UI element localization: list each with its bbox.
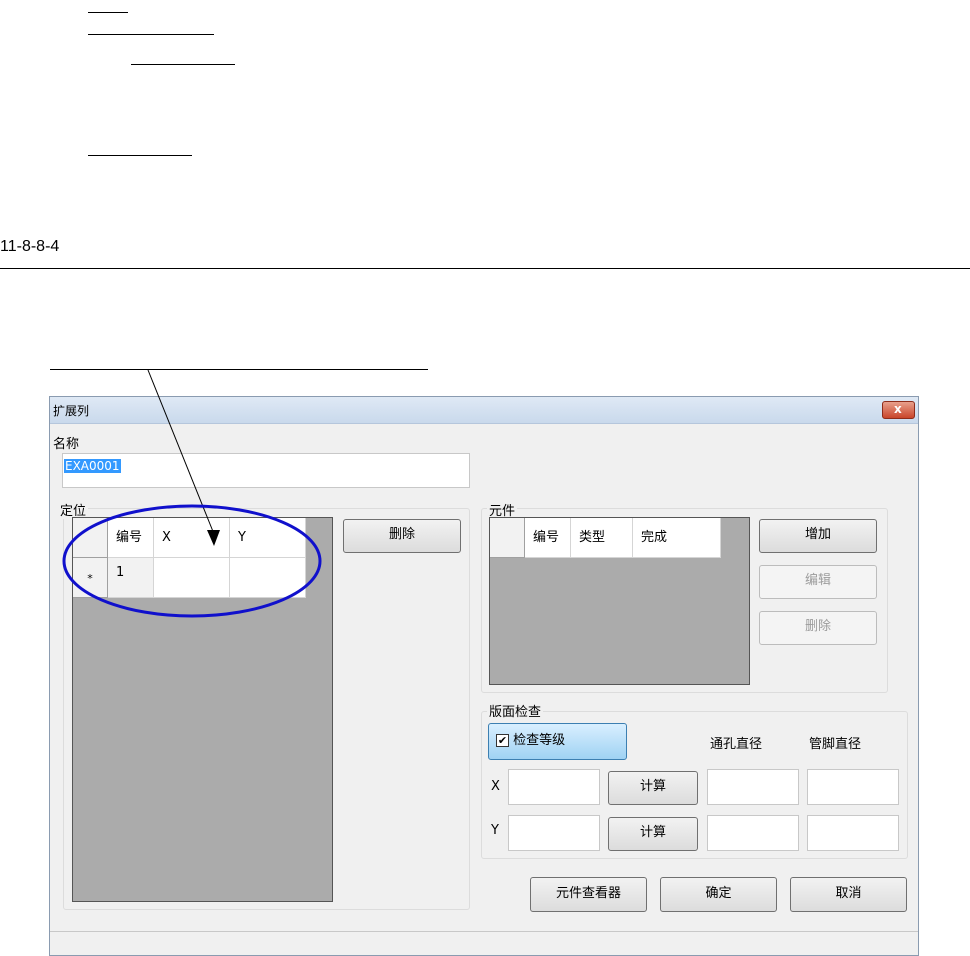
annotation-arrowhead-icon [207, 530, 220, 546]
annotation-overlay [62, 369, 322, 618]
annotation-arrow-line [147, 369, 215, 535]
annotation-ellipse [62, 504, 322, 618]
